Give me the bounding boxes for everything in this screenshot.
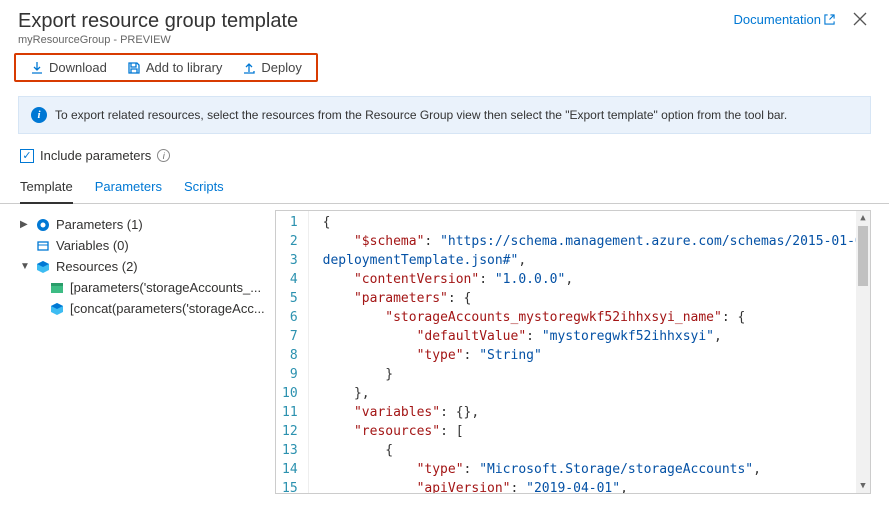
scroll-thumb[interactable] [858, 226, 868, 286]
scroll-down-arrow-icon[interactable]: ▼ [856, 479, 870, 493]
include-parameters-label: Include parameters [40, 148, 151, 163]
resources-icon [36, 260, 50, 274]
documentation-link[interactable]: Documentation [734, 12, 835, 27]
documentation-label: Documentation [734, 12, 821, 27]
page-subtitle: myResourceGroup - PREVIEW [18, 34, 298, 46]
info-bar: i To export related resources, select th… [18, 96, 871, 134]
add-to-library-button[interactable]: Add to library [117, 57, 233, 78]
blade-header: Export resource group template myResourc… [0, 0, 889, 50]
include-parameters-checkbox[interactable]: ✓ [20, 149, 34, 163]
toolbar-highlight-box: Download Add to library Deploy [14, 53, 318, 82]
deploy-icon [242, 61, 256, 75]
tree-parameters-label: Parameters (1) [56, 217, 143, 232]
tree-parameters[interactable]: ▶ Parameters (1) [18, 214, 271, 235]
tree-resources-label: Resources (2) [56, 259, 138, 274]
tree-resource-2-label: [concat(parameters('storageAcc... [70, 301, 265, 316]
save-icon [127, 61, 141, 75]
line-gutter: 123456789101112131415 [276, 211, 309, 493]
toolbar: Download Add to library Deploy [0, 50, 889, 88]
resource-cube-icon [50, 302, 64, 316]
variables-icon [36, 239, 50, 253]
tree-variables-label: Variables (0) [56, 238, 129, 253]
parameters-icon [36, 218, 50, 232]
download-button[interactable]: Download [20, 57, 117, 78]
storage-icon [50, 282, 64, 294]
code-editor[interactable]: 123456789101112131415 { "$schema": "http… [275, 210, 871, 494]
info-icon: i [31, 107, 47, 123]
content-area: ▶ Parameters (1) Variables (0) ▼ Resourc… [0, 204, 889, 494]
tree-resources[interactable]: ▼ Resources (2) [18, 256, 271, 277]
download-icon [30, 61, 44, 75]
page-title: Export resource group template [18, 10, 298, 33]
tabs: Template Parameters Scripts [0, 173, 889, 204]
deploy-label: Deploy [261, 60, 301, 75]
tree-resource-1-label: [parameters('storageAccounts_... [70, 280, 261, 295]
tree-resource-1[interactable]: [parameters('storageAccounts_... [18, 277, 271, 298]
code-body: { "$schema": "https://schema.management.… [309, 211, 856, 493]
info-tooltip-icon[interactable]: i [157, 149, 170, 162]
download-label: Download [49, 60, 107, 75]
tree-resource-2[interactable]: [concat(parameters('storageAcc... [18, 298, 271, 319]
tab-template[interactable]: Template [20, 173, 73, 204]
tab-scripts[interactable]: Scripts [184, 173, 224, 203]
vertical-scrollbar[interactable]: ▲ ▼ [856, 211, 870, 493]
info-text: To export related resources, select the … [55, 108, 787, 122]
caret-down-icon: ▼ [20, 261, 30, 272]
add-to-library-label: Add to library [146, 60, 223, 75]
scroll-up-arrow-icon[interactable]: ▲ [856, 211, 870, 225]
resource-tree: ▶ Parameters (1) Variables (0) ▼ Resourc… [18, 210, 275, 494]
tab-parameters[interactable]: Parameters [95, 173, 162, 203]
close-button[interactable] [849, 10, 871, 28]
caret-right-icon: ▶ [20, 219, 30, 230]
tree-variables[interactable]: Variables (0) [18, 235, 271, 256]
external-link-icon [824, 14, 835, 25]
include-parameters-row: ✓ Include parameters i [0, 146, 889, 173]
deploy-button[interactable]: Deploy [232, 57, 311, 78]
